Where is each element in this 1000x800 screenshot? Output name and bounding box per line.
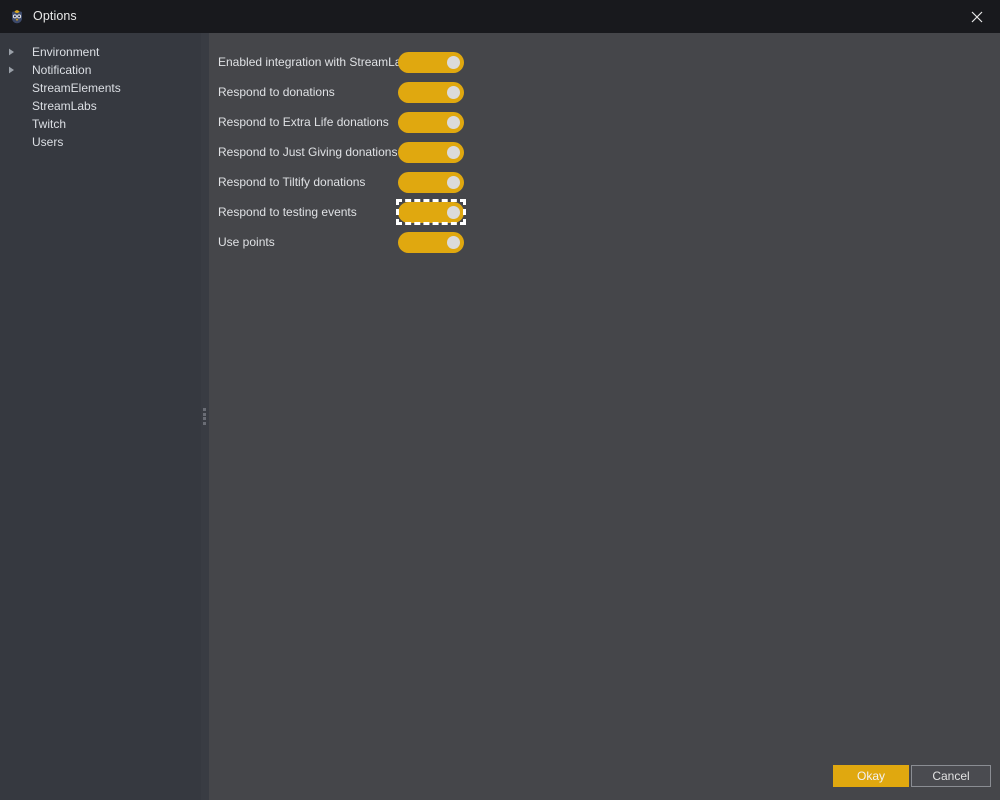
sidebar-splitter[interactable]: [201, 33, 209, 800]
chevron-right-icon[interactable]: [8, 64, 20, 76]
option-label: Use points: [218, 235, 275, 249]
option-label: Enabled integration with StreamLabs: [218, 55, 415, 69]
toggle-knob-icon: [447, 115, 460, 129]
toggle-wrap: [395, 137, 467, 167]
toggle-respond-to-tiltify-donations[interactable]: [398, 171, 464, 193]
sidebar-item-label: Users: [32, 135, 64, 149]
close-icon[interactable]: [954, 0, 1000, 33]
sidebar-item-label: StreamElements: [32, 81, 121, 95]
sidebar-item-streamlabs[interactable]: StreamLabs: [0, 97, 201, 115]
toggle-respond-to-just-giving-donations[interactable]: [398, 141, 464, 163]
toggle-knob-icon: [447, 85, 460, 99]
option-row-respond-to-tiltify-donations: Respond to Tiltify donations: [218, 167, 467, 197]
sidebar-item-twitch[interactable]: Twitch: [0, 115, 201, 133]
option-row-use-points: Use points: [218, 227, 467, 257]
toggle-knob-icon: [447, 55, 460, 69]
toggle-wrap: [395, 167, 467, 197]
option-label: Respond to Just Giving donations: [218, 145, 398, 159]
toggle-knob-icon: [447, 145, 460, 159]
options-panel: Enabled integration with StreamLabs Resp…: [209, 33, 1000, 800]
toggle-wrap: [395, 77, 467, 107]
chevron-right-icon[interactable]: [8, 46, 20, 58]
option-row-respond-to-just-giving-donations: Respond to Just Giving donations: [218, 137, 467, 167]
app-owl-icon: [9, 9, 25, 25]
options-dialog: Options Environment Notification StreamE…: [0, 0, 1000, 800]
sidebar-item-label: StreamLabs: [32, 99, 97, 113]
sidebar-item-label: Twitch: [32, 117, 67, 131]
sidebar-tree[interactable]: Environment Notification StreamElements …: [0, 33, 201, 800]
dialog-footer: Okay Cancel: [833, 765, 991, 787]
toggle-knob-icon: [447, 175, 460, 189]
option-row-respond-to-extra-life-donations: Respond to Extra Life donations: [218, 107, 467, 137]
sidebar-item-notification[interactable]: Notification: [0, 61, 201, 79]
option-label: Respond to Extra Life donations: [218, 115, 389, 129]
toggle-use-points[interactable]: [398, 231, 464, 253]
sidebar-item-users[interactable]: Users: [0, 133, 201, 151]
sidebar-item-environment[interactable]: Environment: [0, 43, 201, 61]
toggle-wrap: [395, 107, 467, 137]
option-row-respond-to-donations: Respond to donations: [218, 77, 467, 107]
toggle-enabled-integration-with-streamlabs[interactable]: [398, 51, 464, 73]
toggle-respond-to-donations[interactable]: [398, 81, 464, 103]
option-row-enabled-integration-with-streamlabs: Enabled integration with StreamLabs: [218, 47, 467, 77]
title-bar: Options: [0, 0, 1000, 33]
toggle-wrap: [395, 197, 467, 227]
option-row-respond-to-testing-events: Respond to testing events: [218, 197, 467, 227]
toggle-wrap: [395, 47, 467, 77]
sidebar-item-label: Environment: [32, 45, 100, 59]
sidebar-item-streamelements[interactable]: StreamElements: [0, 79, 201, 97]
options-list: Enabled integration with StreamLabs Resp…: [218, 47, 467, 257]
cancel-button[interactable]: Cancel: [911, 765, 991, 787]
option-label: Respond to donations: [218, 85, 335, 99]
toggle-wrap: [395, 227, 467, 257]
option-label: Respond to testing events: [218, 205, 357, 219]
toggle-respond-to-testing-events[interactable]: [398, 201, 464, 223]
toggle-respond-to-extra-life-donations[interactable]: [398, 111, 464, 133]
window-title: Options: [33, 9, 77, 24]
splitter-grip-icon: [203, 408, 206, 425]
toggle-knob-icon: [447, 235, 460, 249]
toggle-knob-icon: [447, 205, 460, 219]
okay-button[interactable]: Okay: [833, 765, 909, 787]
option-label: Respond to Tiltify donations: [218, 175, 366, 189]
sidebar-item-label: Notification: [32, 63, 92, 77]
